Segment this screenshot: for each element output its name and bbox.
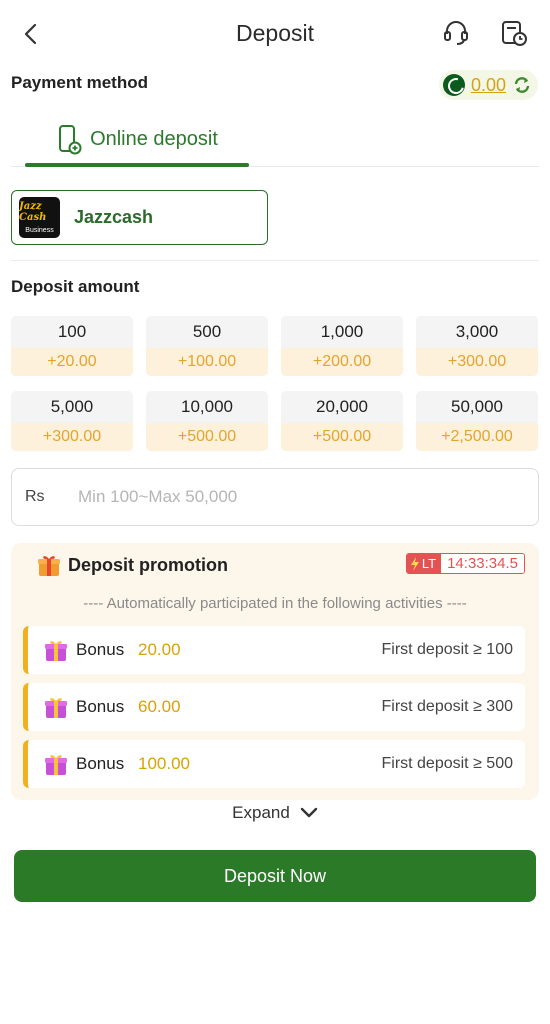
limited-time-badge: LT 14:33:34.5	[405, 553, 525, 574]
amount-value: 1,000	[281, 316, 403, 348]
bonus-row: Bonus 20.00 First deposit ≥ 100	[23, 626, 525, 674]
amount-bonus: +500.00	[281, 423, 403, 451]
bonus-amount: 60.00	[138, 697, 181, 716]
amount-option[interactable]: 3,000 +300.00	[416, 316, 538, 376]
amount-value: 10,000	[146, 391, 268, 423]
bonus-amount: 100.00	[138, 754, 190, 773]
tab-online-deposit[interactable]: Online deposit	[25, 112, 249, 167]
gift-icon	[38, 556, 60, 576]
amount-value: 500	[146, 316, 268, 348]
amount-option[interactable]: 1,000 +200.00	[281, 316, 403, 376]
tab-online-deposit-label: Online deposit	[90, 128, 218, 150]
history-button[interactable]	[497, 16, 531, 50]
amount-option[interactable]: 5,000 +300.00	[11, 391, 133, 451]
countdown-timer: 14:33:34.5	[441, 554, 524, 573]
amount-input[interactable]	[78, 487, 478, 507]
amount-bonus: +200.00	[281, 348, 403, 376]
bonus-label: Bonus	[76, 754, 125, 773]
amount-bonus: +100.00	[146, 348, 268, 376]
headset-icon	[444, 21, 468, 45]
lightning-icon	[410, 556, 419, 571]
refresh-button[interactable]	[512, 75, 532, 95]
bonus-condition: First deposit ≥ 500	[381, 755, 513, 772]
amount-options-grid: 100 +20.00 500 +100.00 1,000 +200.00 3,000 +…	[11, 316, 539, 451]
tab-active-indicator	[25, 163, 249, 167]
auto-participate-note: ---- Automatically participated in the f…	[83, 595, 467, 612]
amount-option[interactable]: 50,000 +2,500.00	[416, 391, 538, 451]
jazzcash-logo: Jazz Cash Business	[19, 197, 60, 238]
amount-option[interactable]: 500 +100.00	[146, 316, 268, 376]
amount-bonus: +2,500.00	[416, 423, 538, 451]
amount-value: 3,000	[416, 316, 538, 348]
customer-service-button[interactable]	[439, 16, 473, 50]
bonus-condition: First deposit ≥ 100	[381, 641, 513, 658]
gift-icon	[45, 698, 67, 718]
promotion-title: Deposit promotion	[68, 554, 228, 575]
payment-option-name: Jazzcash	[74, 207, 154, 227]
payment-method-label: Payment method	[11, 73, 148, 92]
amount-option[interactable]: 20,000 +500.00	[281, 391, 403, 451]
jazzcash-logo-text: Jazz Cash	[19, 201, 47, 223]
promotion-header: Deposit promotion	[36, 552, 228, 578]
bonus-row: Bonus 60.00 First deposit ≥ 300	[23, 683, 525, 731]
amount-value: 50,000	[416, 391, 538, 423]
amount-input-field[interactable]: Rs	[11, 468, 539, 526]
bonus-label: Bonus	[76, 697, 125, 716]
pakistan-flag-icon	[442, 74, 465, 96]
balance-value: 0.00	[470, 74, 506, 95]
deposit-amount-label: Deposit amount	[11, 277, 140, 296]
phone-deposit-icon	[59, 124, 82, 154]
gift-icon	[45, 641, 67, 661]
bonus-condition: First deposit ≥ 300	[381, 698, 513, 715]
amount-bonus: +300.00	[416, 348, 538, 376]
expand-button[interactable]: Expand	[0, 800, 550, 826]
history-icon	[502, 21, 527, 46]
amount-option[interactable]: 100 +20.00	[11, 316, 133, 376]
jazzcash-logo-subtext: Business	[25, 227, 54, 234]
amount-bonus: +20.00	[11, 348, 133, 376]
bonus-row: Bonus 100.00 First deposit ≥ 500	[23, 740, 525, 788]
amount-value: 20,000	[281, 391, 403, 423]
amount-bonus: +300.00	[11, 423, 133, 451]
expand-label: Expand	[232, 803, 290, 822]
gift-icon	[45, 755, 67, 775]
bonus-amount: 20.00	[138, 640, 181, 659]
deposit-now-button[interactable]: Deposit Now	[14, 850, 536, 902]
balance-display: 0.00	[438, 70, 538, 100]
currency-prefix: Rs	[25, 488, 45, 505]
chevron-down-icon	[300, 807, 318, 818]
section-divider	[11, 260, 539, 261]
bonus-label: Bonus	[76, 640, 125, 659]
payment-option-jazzcash[interactable]: Jazz Cash Business Jazzcash	[11, 190, 268, 245]
amount-value: 100	[11, 316, 133, 348]
amount-value: 5,000	[11, 391, 133, 423]
refresh-icon	[514, 77, 530, 93]
limited-time-label: LT	[421, 556, 437, 571]
header: Deposit	[0, 0, 550, 68]
deposit-promotion-panel: Deposit promotion LT 14:33:34.5 ---- Aut…	[11, 543, 539, 800]
amount-option[interactable]: 10,000 +500.00	[146, 391, 268, 451]
amount-bonus: +500.00	[146, 423, 268, 451]
